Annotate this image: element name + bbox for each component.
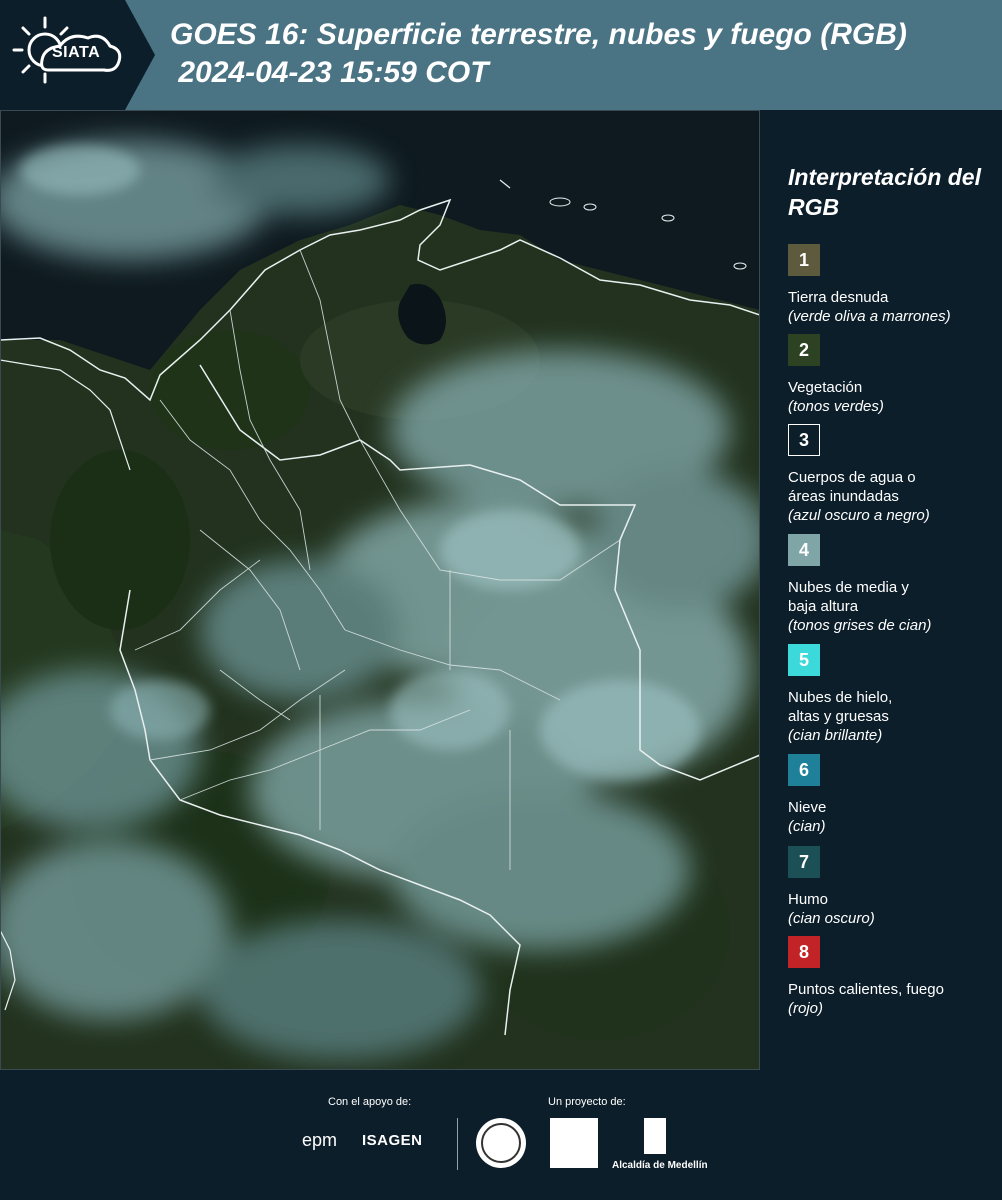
legend-label: Tierra desnuda xyxy=(788,289,889,306)
legend-desc: (rojo) xyxy=(788,1000,824,1017)
legend-desc: (verde oliva a marrones) xyxy=(788,308,951,325)
legend-swatch-5: 5 xyxy=(788,644,820,676)
legend-label: Puntos calientes, fuego xyxy=(788,981,944,998)
legend-desc: (cian oscuro) xyxy=(788,910,875,927)
project-label: Un proyecto de: xyxy=(548,1096,626,1108)
support-label: Con el apoyo de: xyxy=(328,1096,412,1108)
legend-item-vegetation: 2 Vegetación (tonos verdes) xyxy=(788,334,998,416)
title-line-1: GOES 16: Superficie terrestre, nubes y f… xyxy=(170,18,907,51)
legend-item-snow: 6 Nieve (cian) xyxy=(788,754,998,836)
legend-label: Cuerpos de agua o áreas inundadas xyxy=(788,469,916,505)
legend-label: Humo xyxy=(788,891,829,908)
legend-swatch-8: 8 xyxy=(788,936,820,968)
footer: Con el apoyo de: Un proyecto de: epm ISA… xyxy=(0,1070,1002,1200)
legend-swatch-4: 4 xyxy=(788,534,820,566)
alcaldia-shield-icon xyxy=(644,1118,666,1154)
legend-desc: (cian) xyxy=(788,818,826,835)
legend-item-smoke: 7 Humo (cian oscuro) xyxy=(788,846,998,928)
legend-item-fire: 8 Puntos calientes, fuego (rojo) xyxy=(788,936,998,1018)
legend-desc: (tonos grises de cian) xyxy=(788,617,932,634)
footer-divider xyxy=(457,1118,458,1170)
page-title: GOES 16: Superficie terrestre, nubes y f… xyxy=(170,16,907,92)
legend-desc: (cian brillante) xyxy=(788,727,883,744)
legend-swatch-2: 2 xyxy=(788,334,820,366)
legend-swatch-1: 1 xyxy=(788,244,820,276)
legend-swatch-7: 7 xyxy=(788,846,820,878)
legend-item-bare-soil: 1 Tierra desnuda (verde oliva a marrones… xyxy=(788,244,998,326)
legend-item-ice-clouds: 5 Nubes de hielo, altas y gruesas (cian … xyxy=(788,644,998,745)
legend-swatch-6: 6 xyxy=(788,754,820,786)
legend-item-water: 3 Cuerpos de agua o áreas inundadas (azu… xyxy=(788,424,998,525)
legend-label: Vegetación xyxy=(788,379,863,396)
legend-label: Nieve xyxy=(788,799,827,816)
alcaldia-label: Alcaldía de Medellín xyxy=(612,1160,708,1171)
legend-desc: (azul oscuro a negro) xyxy=(788,507,930,524)
legend-label: Nubes de media y baja altura xyxy=(788,579,909,615)
legend-label: Nubes de hielo, altas y gruesas xyxy=(788,689,893,725)
title-line-2: 2024-04-23 15:59 COT xyxy=(170,56,489,89)
siata-logo-text: SIATA xyxy=(52,44,101,61)
epm-logo: epm xyxy=(302,1130,338,1150)
area-metropolitana-logo xyxy=(550,1118,598,1168)
siata-logo: SIATA xyxy=(0,0,155,110)
isagen-logo: ISAGEN xyxy=(362,1132,423,1149)
legend-swatch-3: 3 xyxy=(788,424,820,456)
legend-title: Interpretación del RGB xyxy=(788,164,981,220)
legend-panel: Interpretación del RGB 1 Tierra desnuda … xyxy=(760,110,1002,1070)
satellite-map xyxy=(0,110,760,1070)
header-bar: SIATA GOES 16: Superficie terrestre, nub… xyxy=(0,0,1002,110)
legend-desc: (tonos verdes) xyxy=(788,398,884,415)
medellin-seal-logo xyxy=(476,1118,526,1168)
legend-item-low-clouds: 4 Nubes de media y baja altura (tonos gr… xyxy=(788,534,998,635)
